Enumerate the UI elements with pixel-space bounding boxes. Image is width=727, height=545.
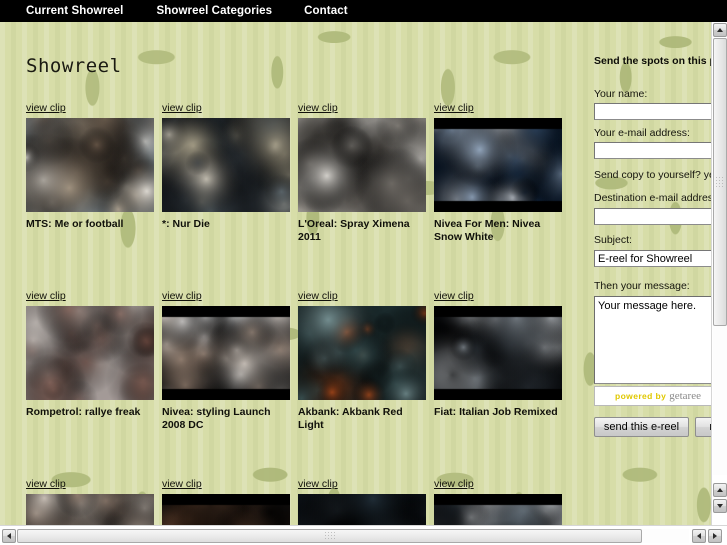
powered-by-text: powered by bbox=[615, 391, 667, 401]
view-clip-link[interactable]: view clip bbox=[162, 290, 202, 302]
scroll-left-button-secondary[interactable] bbox=[692, 529, 706, 543]
clip-caption: Akbank: Akbank Red Light bbox=[298, 406, 403, 431]
your-email-label: Your e-mail address: bbox=[594, 127, 690, 139]
view-clip-link[interactable]: view clip bbox=[434, 102, 474, 114]
clip-card: view clip *: Nur Die bbox=[162, 98, 297, 231]
view-clip-link[interactable]: view clip bbox=[162, 102, 202, 114]
grip-dots-icon bbox=[716, 177, 723, 187]
clip-card: view clip bbox=[162, 474, 297, 525]
horizontal-scrollbar[interactable] bbox=[0, 525, 727, 545]
clip-thumbnail[interactable] bbox=[298, 494, 426, 525]
clip-thumbnail[interactable] bbox=[26, 494, 154, 525]
send-copy-label[interactable]: Send copy to yourself? yes bbox=[594, 169, 711, 181]
clip-thumbnail[interactable] bbox=[162, 494, 290, 525]
clip-thumbnail[interactable] bbox=[434, 494, 562, 525]
clip-caption: Rompetrol: rallye freak bbox=[26, 406, 141, 418]
horizontal-scrollbar-track[interactable] bbox=[17, 529, 689, 543]
scroll-up-button[interactable] bbox=[713, 23, 727, 37]
nav-item-contact[interactable]: Contact bbox=[304, 5, 348, 17]
nav-item-showreel-categories[interactable]: Showreel Categories bbox=[156, 5, 272, 17]
clip-caption: MTS: Me or football bbox=[26, 218, 124, 230]
top-navigation-bar: Current Showreel Showreel Categories Con… bbox=[0, 0, 727, 22]
clip-thumbnail[interactable] bbox=[298, 306, 426, 400]
reset-button[interactable]: res bbox=[695, 417, 711, 437]
view-clip-link[interactable]: view clip bbox=[434, 478, 474, 490]
vertical-scrollbar-thumb[interactable] bbox=[713, 38, 727, 326]
subject-input[interactable] bbox=[594, 250, 711, 267]
view-clip-link[interactable]: view clip bbox=[26, 478, 66, 490]
destination-email-label: Destination e-mail address bbox=[594, 192, 711, 204]
clip-thumbnail[interactable] bbox=[434, 118, 562, 212]
triangle-right-icon bbox=[713, 533, 717, 539]
clip-row: view clip MTS: Me or football view clip … bbox=[26, 98, 574, 286]
clip-thumbnail[interactable] bbox=[162, 306, 290, 400]
clip-row: view clip view clip view clip view clip bbox=[26, 474, 574, 525]
clip-caption: L'Oreal: Spray Ximena 2011 bbox=[298, 218, 410, 243]
nav-item-current-showreel[interactable]: Current Showreel bbox=[26, 5, 123, 17]
scroll-left-button[interactable] bbox=[2, 529, 16, 543]
clip-thumbnail[interactable] bbox=[26, 306, 154, 400]
view-clip-link[interactable]: view clip bbox=[434, 290, 474, 302]
clip-thumbnail[interactable] bbox=[26, 118, 154, 212]
your-name-input[interactable] bbox=[594, 103, 711, 120]
clip-thumbnail[interactable] bbox=[434, 306, 562, 400]
your-name-label: Your name: bbox=[594, 88, 648, 100]
vertical-scrollbar-track[interactable] bbox=[713, 38, 727, 475]
message-textarea[interactable] bbox=[594, 296, 711, 384]
clip-card: view clip bbox=[434, 474, 569, 525]
triangle-up-icon bbox=[717, 28, 723, 32]
clip-caption: Nivea: styling Launch 2008 DC bbox=[162, 406, 271, 431]
clip-caption: *: Nur Die bbox=[162, 218, 210, 230]
powered-by-badge: powered by getaree bbox=[594, 386, 711, 406]
email-form-panel: Send the spots on this p Your name: Your… bbox=[594, 22, 711, 525]
clip-thumbnail[interactable] bbox=[298, 118, 426, 212]
scroll-down-button[interactable] bbox=[713, 483, 727, 497]
clip-row: view clip Rompetrol: rallye freak view c… bbox=[26, 286, 574, 474]
view-clip-link[interactable]: view clip bbox=[298, 290, 338, 302]
view-clip-link[interactable]: view clip bbox=[26, 102, 66, 114]
form-heading: Send the spots on this p bbox=[594, 55, 711, 67]
main-content: Showreel view clip MTS: Me or football v… bbox=[0, 22, 580, 525]
triangle-left-icon bbox=[7, 533, 11, 539]
horizontal-scrollbar-thumb[interactable] bbox=[17, 529, 642, 543]
clip-card: view clip Fiat: Italian Job Remixed bbox=[434, 286, 569, 419]
clip-caption: Fiat: Italian Job Remixed bbox=[434, 406, 558, 418]
triangle-left-icon bbox=[697, 533, 701, 539]
clip-card: view clip Rompetrol: rallye freak bbox=[26, 286, 161, 419]
page-title: Showreel bbox=[26, 55, 122, 77]
your-email-input[interactable] bbox=[594, 142, 711, 159]
clip-card: view clip Nivea For Men: Nivea Snow Whit… bbox=[434, 98, 569, 244]
send-this-e-reel-button[interactable]: send this e-reel bbox=[594, 417, 689, 437]
clip-card: view clip bbox=[26, 474, 161, 525]
view-clip-link[interactable]: view clip bbox=[162, 478, 202, 490]
destination-email-input[interactable] bbox=[594, 208, 711, 225]
view-clip-link[interactable]: view clip bbox=[26, 290, 66, 302]
page-viewport: Showreel view clip MTS: Me or football v… bbox=[0, 22, 711, 525]
clip-card: view clip MTS: Me or football bbox=[26, 98, 161, 231]
subject-label: Subject: bbox=[594, 234, 632, 246]
powered-by-brand: getaree bbox=[669, 390, 701, 402]
clip-grid: view clip MTS: Me or football view clip … bbox=[26, 98, 574, 525]
clip-thumbnail[interactable] bbox=[162, 118, 290, 212]
clip-card: view clip L'Oreal: Spray Ximena 2011 bbox=[298, 98, 433, 244]
vertical-scrollbar[interactable] bbox=[711, 22, 727, 525]
clip-caption: Nivea For Men: Nivea Snow White bbox=[434, 218, 541, 243]
scroll-right-button[interactable] bbox=[708, 529, 722, 543]
triangle-down-icon bbox=[717, 504, 723, 508]
triangle-up-icon bbox=[717, 488, 723, 492]
message-label: Then your message: bbox=[594, 280, 690, 292]
scroll-down-button-secondary[interactable] bbox=[713, 499, 727, 513]
clip-card: view clip bbox=[298, 474, 433, 525]
view-clip-link[interactable]: view clip bbox=[298, 102, 338, 114]
clip-card: view clip Nivea: styling Launch 2008 DC bbox=[162, 286, 297, 432]
grip-dots-icon bbox=[324, 532, 335, 539]
clip-card: view clip Akbank: Akbank Red Light bbox=[298, 286, 433, 432]
view-clip-link[interactable]: view clip bbox=[298, 478, 338, 490]
